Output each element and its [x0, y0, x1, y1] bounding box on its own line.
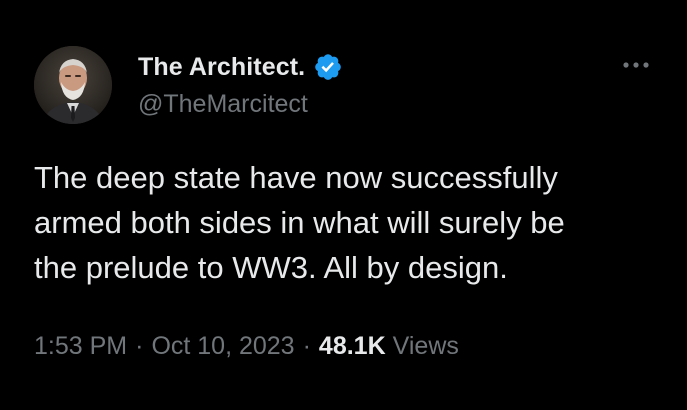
avatar-image [34, 46, 112, 124]
tweet-card: The Architect. @TheMarcitect The deep st… [0, 0, 687, 410]
author-handle[interactable]: @TheMarcitect [138, 90, 308, 119]
separator: · [302, 332, 311, 360]
tweet-date[interactable]: Oct 10, 2023 [151, 332, 294, 361]
tweet-text: The deep state have now successfully arm… [34, 155, 654, 290]
verified-badge-icon[interactable] [313, 52, 343, 82]
author-name-row: The Architect. [138, 50, 343, 84]
tweet-text-line: the prelude to WW3. All by design. [34, 250, 508, 285]
tweet-metadata: 1:53 PM · Oct 10, 2023 · 48.1K Views [34, 332, 459, 361]
tweet-text-line: The deep state have now successfully [34, 160, 558, 195]
separator: · [135, 332, 144, 360]
avatar[interactable] [34, 46, 112, 124]
more-options-icon[interactable] [620, 58, 652, 72]
display-name[interactable]: The Architect. [138, 53, 305, 82]
tweet-time[interactable]: 1:53 PM [34, 332, 127, 361]
views-label: Views [392, 332, 459, 360]
views-count[interactable]: 48.1K [319, 332, 386, 361]
tweet-text-line: armed both sides in what will surely be [34, 205, 565, 240]
